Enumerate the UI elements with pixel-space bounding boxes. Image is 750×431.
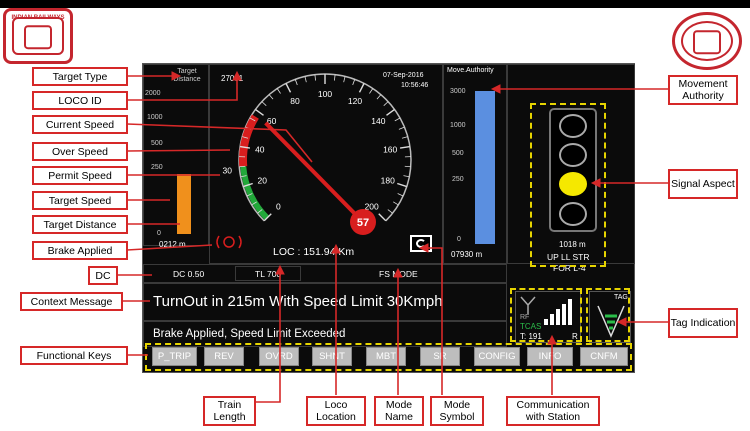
label-tag-indication: Tag Indication: [668, 308, 738, 338]
label-mode-symbol: Mode Symbol: [430, 396, 484, 426]
label-mode-name: Mode Name: [374, 396, 424, 426]
label-signal-aspect: Signal Aspect: [668, 169, 738, 199]
label-target-type: Target Type: [32, 67, 128, 86]
label-movement-authority: Movement Authority: [668, 75, 738, 105]
slide: INDIAN RAILWAYS Target Distance 2000 100…: [0, 0, 750, 431]
label-over-speed: Over Speed: [32, 142, 128, 161]
label-current-speed: Current Speed: [32, 115, 128, 134]
label-target-distance: Target Distance: [32, 215, 128, 234]
label-loco-location: Loco Location: [306, 396, 366, 426]
label-target-speed: Target Speed: [32, 191, 128, 210]
label-loco-id: LOCO ID: [32, 91, 128, 110]
label-communication-with-station: Communication with Station: [506, 396, 600, 426]
label-context-message: Context Message: [20, 292, 123, 311]
label-dc: DC: [88, 266, 118, 285]
label-brake-applied: Brake Applied: [32, 241, 128, 260]
label-train-length: Train Length: [203, 396, 256, 426]
label-functional-keys: Functional Keys: [20, 346, 128, 365]
label-permit-speed: Permit Speed: [32, 166, 128, 185]
